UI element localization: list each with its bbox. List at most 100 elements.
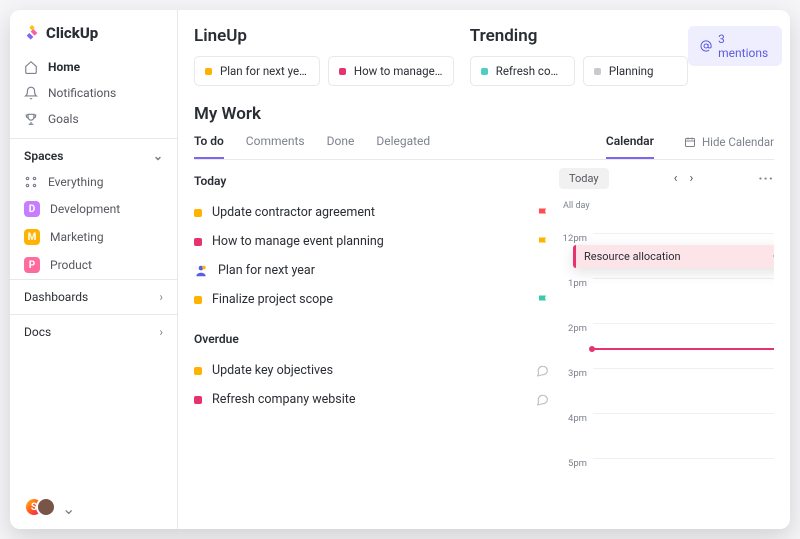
task-tabs: To do Comments Done Delegated [194,134,430,159]
space-everything[interactable]: Everything [10,169,177,195]
hour-gridline [593,278,774,279]
space-development-label: Development [50,202,120,216]
lineup-widget: LineUp Plan for next year How to manage… [194,26,454,86]
more-button[interactable]: ··· [758,171,774,187]
calendar-pane: Today ‹ › ··· All day 12pm 1pm 2pm 3pm 4… [559,160,774,529]
task-label: Update contractor agreement [212,205,375,220]
hour-gridline [593,413,774,414]
trending-pill[interactable]: Planning [583,56,688,86]
task-row[interactable]: Update contractor agreement [194,198,549,227]
space-everything-label: Everything [48,175,103,189]
main-content: LineUp Plan for next year How to manage… [178,10,790,529]
space-marketing-label: Marketing [50,230,104,244]
group-today-title: Today [194,174,549,188]
task-row[interactable]: Update key objectives [194,356,549,385]
tab-calendar[interactable]: Calendar [606,134,654,159]
bell-icon [24,86,38,100]
tab-comments[interactable]: Comments [246,134,305,159]
calendar-nav: ‹ › [674,171,694,186]
app-window: ClickUp Home Notifications Goals Spaces … [10,10,790,529]
hour-gridline [593,323,774,324]
tab-todo[interactable]: To do [194,134,224,159]
status-dot-icon [339,68,346,75]
spaces-header-label: Spaces [24,149,63,163]
task-row[interactable]: Refresh company website [194,385,549,414]
trending-widget: Trending Refresh compan… Planning [470,26,688,86]
lineup-pill-label: How to manage… [354,64,443,78]
lineup-pill[interactable]: How to manage… [328,56,454,86]
task-label: How to manage event planning [212,234,384,249]
trending-title: Trending [470,26,688,46]
sidebar: ClickUp Home Notifications Goals Spaces … [10,10,178,529]
hour-label: 1pm [559,278,593,289]
at-icon [700,39,712,53]
task-row[interactable]: How to manage event planning [194,227,549,256]
next-button[interactable]: › [689,171,693,186]
brand-logo[interactable]: ClickUp [10,24,177,54]
nav-home[interactable]: Home [10,54,177,80]
trophy-icon [24,112,38,126]
space-marketing[interactable]: M Marketing [10,223,177,251]
task-row[interactable]: Plan for next year [194,256,549,285]
nav-notifications[interactable]: Notifications [10,80,177,106]
lineup-title: LineUp [194,26,454,46]
spaces-header[interactable]: Spaces ⌄ [10,138,177,169]
hour-label: 5pm [559,458,593,469]
drag-handle-icon[interactable]: ✥ [773,250,774,263]
trending-pill-label: Planning [609,64,654,78]
today-button[interactable]: Today [559,168,609,189]
allday-label: All day [559,195,774,213]
space-product[interactable]: P Product [10,251,177,279]
task-label: Refresh company website [212,392,355,407]
nav-goals[interactable]: Goals [10,106,177,132]
prev-button[interactable]: ‹ [674,171,678,186]
status-dot-icon [481,68,488,75]
widget-columns: LineUp Plan for next year How to manage… [194,26,688,86]
hour-gridline [593,368,774,369]
calendar-body[interactable]: 12pm 1pm 2pm 3pm 4pm 5pm Resource alloca… [559,213,774,529]
event-title: Resource allocation [584,250,681,263]
comment-icon [536,393,549,406]
main-nav: Home Notifications Goals [10,54,177,132]
lineup-pill-label: Plan for next year [220,64,309,78]
task-row[interactable]: Finalize project scope [194,285,549,314]
nav-notifications-label: Notifications [48,86,116,100]
hour-label: 3pm [559,368,593,379]
tab-done[interactable]: Done [327,134,355,159]
sidebar-docs[interactable]: Docs › [10,314,177,349]
space-badge-d: D [24,201,40,217]
lineup-pill[interactable]: Plan for next year [194,56,320,86]
user-switcher[interactable]: S ⌄ [10,497,177,519]
brand-name: ClickUp [46,24,98,42]
mentions-label: 3 mentions [718,32,770,60]
trending-pill[interactable]: Refresh compan… [470,56,575,86]
tab-delegated[interactable]: Delegated [376,134,430,159]
space-badge-m: M [24,229,40,245]
mentions-button[interactable]: 3 mentions [688,26,782,66]
tabs-row: To do Comments Done Delegated Calendar H… [194,134,774,160]
hide-calendar-button[interactable]: Hide Calendar [684,135,774,158]
calendar-event[interactable]: Resource allocation ✥ [573,245,774,268]
task-label: Update key objectives [212,363,333,378]
avatar-stack: S [24,497,58,519]
group-overdue-title: Overdue [194,332,549,346]
dashboards-label: Dashboards [24,290,88,304]
hour-label: 12pm [559,233,593,244]
mywork-title: My Work [194,104,774,124]
calendar-header: Today ‹ › ··· [559,168,774,195]
task-label: Finalize project scope [212,292,333,307]
hour-gridline [593,458,774,459]
person-icon [194,264,208,278]
chevron-down-icon: ⌄ [62,499,75,518]
sidebar-dashboards[interactable]: Dashboards › [10,279,177,314]
hide-calendar-label: Hide Calendar [702,135,774,149]
lineup-pills: Plan for next year How to manage… [194,56,454,86]
current-time-dot-icon [589,346,595,352]
hour-label: 4pm [559,413,593,424]
home-icon [24,60,38,74]
flag-icon [537,207,549,219]
mywork-section: My Work To do Comments Done Delegated Ca… [194,104,774,529]
calendar-icon [684,136,696,148]
space-development[interactable]: D Development [10,195,177,223]
current-time-indicator [593,348,774,350]
